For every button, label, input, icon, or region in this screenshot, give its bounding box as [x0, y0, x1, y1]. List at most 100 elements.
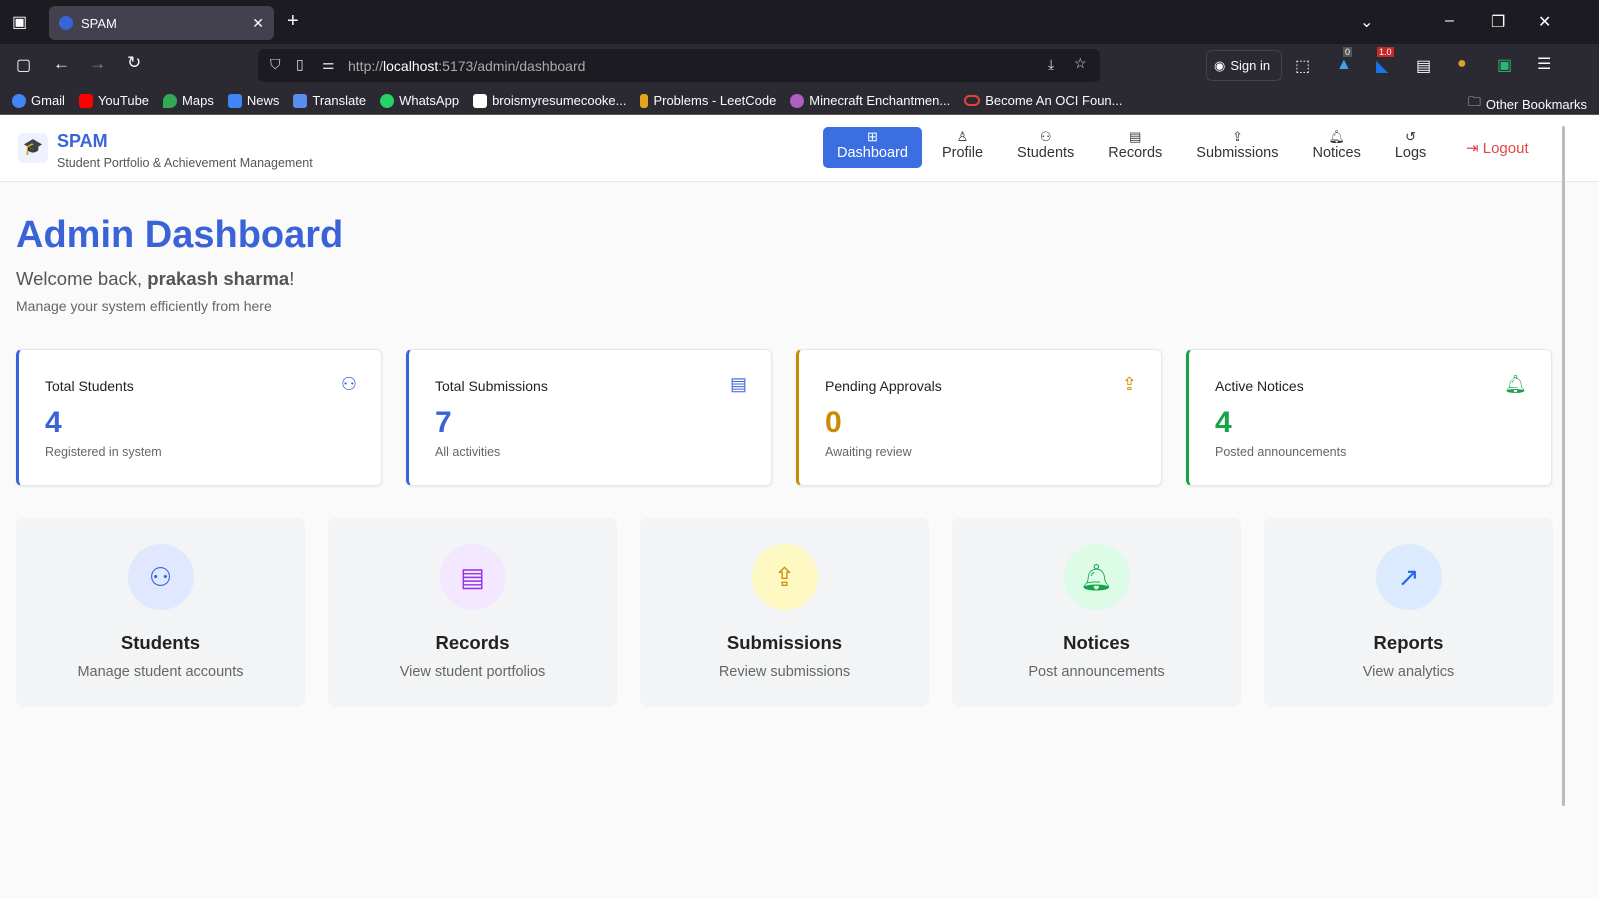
bookmark-translate[interactable]: Translate: [293, 93, 366, 108]
bookmark-gmail[interactable]: Gmail: [12, 93, 65, 108]
nav-label: Notices: [1312, 145, 1361, 161]
action-card-notices[interactable]: 🔔︎ Notices Post announcements: [952, 518, 1241, 707]
nav-submissions[interactable]: ⇪ Submissions: [1182, 127, 1292, 168]
user-icon: ♙: [956, 129, 969, 144]
upload-icon: ⇪: [1121, 374, 1137, 394]
stat-caption: Posted announcements: [1215, 445, 1347, 459]
action-card-students[interactable]: ⚇ Students Manage student accounts: [16, 518, 305, 707]
scrollbar[interactable]: [1562, 126, 1565, 806]
nav-dashboard[interactable]: ⊞ Dashboard: [823, 127, 922, 168]
close-window-icon[interactable]: ✕: [1538, 12, 1551, 32]
bookmark-label: Problems - LeetCode: [653, 93, 777, 108]
other-bookmarks[interactable]: 🗀 Other Bookmarks: [1468, 93, 1587, 115]
restore-icon[interactable]: ❐: [1491, 12, 1505, 32]
brand-name[interactable]: SPAM: [57, 131, 108, 152]
action-card-records[interactable]: ▤ Records View student portfolios: [328, 518, 617, 707]
permissions-icon[interactable]: ⚌: [322, 56, 335, 73]
extension-badge: 0: [1343, 47, 1353, 57]
bookmark-oci[interactable]: Become An OCI Foun...: [964, 93, 1123, 108]
stat-caption: Registered in system: [45, 445, 162, 459]
stat-card-total-submissions: Total Submissions 7 All activities ▤: [406, 349, 772, 486]
extension-icon[interactable]: ▣: [1497, 55, 1512, 75]
welcome-message: Welcome back, prakash sharma!: [16, 268, 294, 290]
bookmark-star-icon[interactable]: ☆: [1074, 55, 1087, 72]
tab-list-icon[interactable]: ▣: [12, 12, 27, 32]
bookmark-resume[interactable]: broismyresumecooke...: [473, 93, 626, 108]
welcome-prefix: Welcome back,: [16, 268, 148, 289]
maps-icon: [163, 93, 178, 108]
new-tab-icon[interactable]: +: [287, 10, 299, 33]
nav-notices[interactable]: 🔔︎ Notices: [1299, 127, 1375, 168]
bookmarks-bar: Gmail YouTube Maps News Translate WhatsA…: [0, 87, 1599, 115]
nav-profile[interactable]: ♙ Profile: [928, 127, 997, 168]
nav-label: Submissions: [1196, 145, 1279, 161]
stat-caption: All activities: [435, 445, 501, 459]
extensions-icon[interactable]: ⬚: [1295, 56, 1310, 76]
url-bar[interactable]: http://localhost:5173/admin/dashboard ⛉ …: [258, 49, 1100, 82]
logout-icon: ⇥: [1466, 140, 1479, 157]
bookmark-label: broismyresumecooke...: [492, 93, 627, 108]
nav-students[interactable]: ⚇ Students: [1003, 127, 1088, 168]
bookmark-whatsapp[interactable]: WhatsApp: [380, 93, 459, 108]
extension-icon[interactable]: ▲: [1336, 56, 1352, 74]
bell-icon: 🔔︎: [1504, 374, 1527, 394]
shield-icon[interactable]: ⛉: [270, 56, 281, 73]
page-icon[interactable]: ▯: [296, 56, 304, 73]
tab-title: SPAM: [81, 15, 117, 31]
bookmark-maps[interactable]: Maps: [163, 93, 214, 108]
back-icon[interactable]: ←: [53, 54, 70, 74]
youtube-icon: [78, 93, 93, 108]
download-icon[interactable]: ⤓: [1048, 56, 1054, 73]
welcome-suffix: !: [289, 268, 295, 289]
news-icon: [227, 93, 242, 108]
action-title: Reports: [1373, 632, 1444, 653]
extension-icon[interactable]: ◣: [1376, 56, 1388, 76]
account-icon: ◉: [1214, 57, 1226, 73]
sign-in-button[interactable]: ◉ Sign in: [1206, 50, 1282, 81]
minimize-icon[interactable]: –: [1445, 12, 1454, 30]
bookmark-minecraft[interactable]: Minecraft Enchantmen...: [790, 93, 950, 108]
nav-records[interactable]: ▤ Records: [1094, 127, 1176, 168]
nav-logs[interactable]: ↺ Logs: [1381, 127, 1440, 168]
browser-toolbar: ▢ ← → ↻ http://localhost:5173/admin/dash…: [0, 44, 1599, 87]
tab-favicon-icon: [59, 16, 73, 30]
chevron-down-icon[interactable]: ⌄: [1360, 12, 1373, 32]
reload-icon[interactable]: ↻: [127, 53, 141, 73]
bookmark-leetcode[interactable]: Problems - LeetCode: [640, 93, 776, 108]
forward-icon[interactable]: →: [89, 54, 106, 74]
logout-button[interactable]: ⇥ Logout: [1466, 139, 1529, 157]
extension-icon[interactable]: ●: [1457, 55, 1467, 73]
bookmark-label: Minecraft Enchantmen...: [809, 93, 951, 108]
file-icon: ▤: [439, 544, 506, 610]
browser-tab-bar: ▣ SPAM ✕ + ⌄ – ❐ ✕: [0, 0, 1599, 44]
grid-icon: ⊞: [867, 129, 878, 144]
stat-label: Active Notices: [1215, 378, 1304, 394]
bookmark-label: News: [246, 93, 280, 108]
stat-label: Pending Approvals: [825, 378, 942, 394]
stat-card-total-students: Total Students 4 Registered in system ⚇: [16, 349, 382, 486]
action-card-reports[interactable]: ↗ Reports View analytics: [1264, 518, 1553, 707]
action-description: Review submissions: [718, 664, 851, 680]
bookmark-label: Maps: [182, 93, 214, 108]
url-host: localhost: [383, 57, 439, 74]
menu-icon[interactable]: ☰: [1537, 54, 1551, 74]
close-tab-icon[interactable]: ✕: [252, 15, 264, 32]
history-icon: ↺: [1405, 129, 1417, 144]
browser-tab[interactable]: SPAM ✕: [49, 6, 274, 40]
stat-caption: Awaiting review: [825, 445, 912, 459]
action-description: View analytics: [1362, 664, 1455, 680]
bell-icon: 🔔︎: [1328, 129, 1345, 144]
extension-badge: 1.0: [1377, 47, 1394, 57]
nav-label: Records: [1108, 145, 1163, 161]
action-title: Submissions: [726, 632, 843, 653]
nav-label: Profile: [941, 145, 984, 161]
action-title: Notices: [1063, 632, 1130, 653]
bookmark-label: Translate: [312, 93, 367, 108]
stat-value: 4: [1215, 406, 1232, 439]
bookmark-youtube[interactable]: YouTube: [78, 93, 149, 108]
action-card-submissions[interactable]: ⇪ Submissions Review submissions: [640, 518, 929, 707]
action-description: View student portfolios: [399, 664, 546, 680]
sidebar-icon[interactable]: ▢: [16, 55, 31, 75]
bookmark-news[interactable]: News: [227, 93, 280, 108]
extension-icon[interactable]: ▤: [1416, 56, 1431, 76]
